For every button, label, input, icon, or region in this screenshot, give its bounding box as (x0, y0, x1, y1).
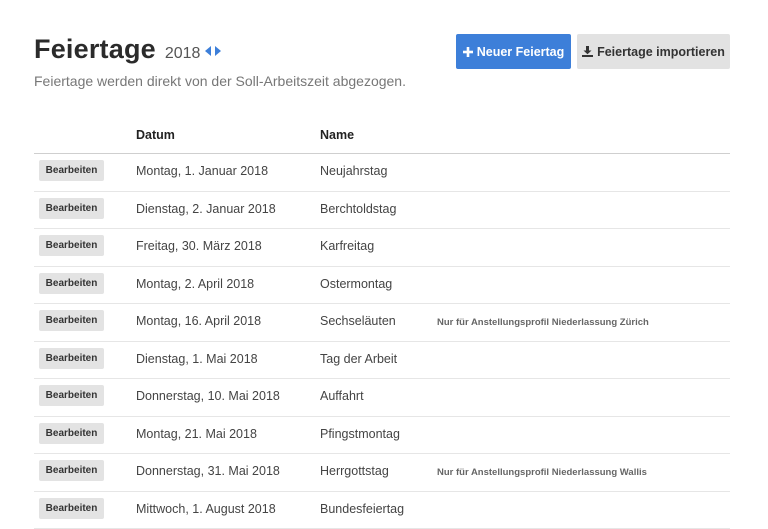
table-header: Datum Name (34, 123, 730, 154)
holiday-name: Ostermontag (320, 277, 392, 291)
page-header: Feiertage 2018 (34, 34, 221, 65)
import-holidays-button[interactable]: Feiertage importieren (577, 34, 730, 69)
column-header-name: Name (320, 128, 354, 142)
holiday-table-body: Bearbeiten Montag, 1. Januar 2018 Neujahrs… (34, 154, 730, 529)
edit-button[interactable]: Bearbeiten (39, 385, 104, 406)
table-row: Bearbeiten Mittwoch, 1. August 2018 Bundes… (34, 492, 730, 529)
holiday-name: Tag der Arbeit (320, 352, 397, 366)
holiday-date: Montag, 16. April 2018 (136, 314, 261, 328)
table-row: Bearbeiten Montag, 1. Januar 2018 Neujahrs… (34, 154, 730, 192)
table-row: Bearbeiten Montag, 2. April 2018 Ostermont… (34, 267, 730, 305)
holiday-date: Freitag, 30. März 2018 (136, 239, 262, 253)
holiday-note: Nur für Anstellungsprofil Niederlassung … (437, 467, 647, 478)
edit-button[interactable]: Bearbeiten (39, 460, 104, 481)
holiday-date: Donnerstag, 10. Mai 2018 (136, 389, 280, 403)
table-row: Bearbeiten Freitag, 30. März 2018 Karfreit… (34, 229, 730, 267)
caret-left-icon[interactable] (205, 46, 212, 56)
holiday-name: Sechseläuten (320, 314, 396, 328)
holiday-name: Berchtoldstag (320, 202, 396, 216)
year-label: 2018 (165, 45, 201, 63)
plus-icon (463, 47, 473, 57)
table-row: Bearbeiten Montag, 16. April 2018 Sechselä… (34, 304, 730, 342)
holiday-name: Pfingstmontag (320, 427, 400, 441)
holiday-name: Herrgottstag (320, 464, 389, 478)
year-nav (205, 46, 221, 56)
edit-button[interactable]: Bearbeiten (39, 273, 104, 294)
holiday-date: Montag, 21. Mai 2018 (136, 427, 257, 441)
edit-button[interactable]: Bearbeiten (39, 498, 104, 519)
holiday-name: Karfreitag (320, 239, 374, 253)
page-title: Feiertage (34, 34, 156, 65)
holiday-date: Mittwoch, 1. August 2018 (136, 502, 276, 516)
new-holiday-button[interactable]: Neuer Feiertag (456, 34, 571, 69)
download-icon (582, 46, 593, 57)
holiday-date: Dienstag, 1. Mai 2018 (136, 352, 258, 366)
edit-button[interactable]: Bearbeiten (39, 310, 104, 331)
import-holidays-label: Feiertage importieren (597, 45, 725, 59)
holiday-date: Montag, 2. April 2018 (136, 277, 254, 291)
edit-button[interactable]: Bearbeiten (39, 348, 104, 369)
table-row: Bearbeiten Donnerstag, 10. Mai 2018 Auffah… (34, 379, 730, 417)
holiday-date: Donnerstag, 31. Mai 2018 (136, 464, 280, 478)
holiday-name: Neujahrstag (320, 164, 387, 178)
holiday-date: Dienstag, 2. Januar 2018 (136, 202, 276, 216)
caret-right-icon[interactable] (214, 46, 221, 56)
column-header-date: Datum (136, 128, 175, 142)
holiday-name: Bundesfeiertag (320, 502, 404, 516)
edit-button[interactable]: Bearbeiten (39, 160, 104, 181)
new-holiday-label: Neuer Feiertag (477, 45, 565, 59)
edit-button[interactable]: Bearbeiten (39, 423, 104, 444)
table-row: Bearbeiten Donnerstag, 31. Mai 2018 Herrgo… (34, 454, 730, 492)
holiday-name: Auffahrt (320, 389, 364, 403)
edit-button[interactable]: Bearbeiten (39, 235, 104, 256)
table-row: Bearbeiten Dienstag, 1. Mai 2018 Tag der A… (34, 342, 730, 380)
edit-button[interactable]: Bearbeiten (39, 198, 104, 219)
table-row: Bearbeiten Dienstag, 2. Januar 2018 Bercht… (34, 192, 730, 230)
page-subtitle: Feiertage werden direkt von der Soll-Arb… (34, 73, 406, 89)
holiday-note: Nur für Anstellungsprofil Niederlassung … (437, 317, 649, 328)
table-row: Bearbeiten Montag, 21. Mai 2018 Pfingstmon… (34, 417, 730, 455)
holiday-date: Montag, 1. Januar 2018 (136, 164, 268, 178)
